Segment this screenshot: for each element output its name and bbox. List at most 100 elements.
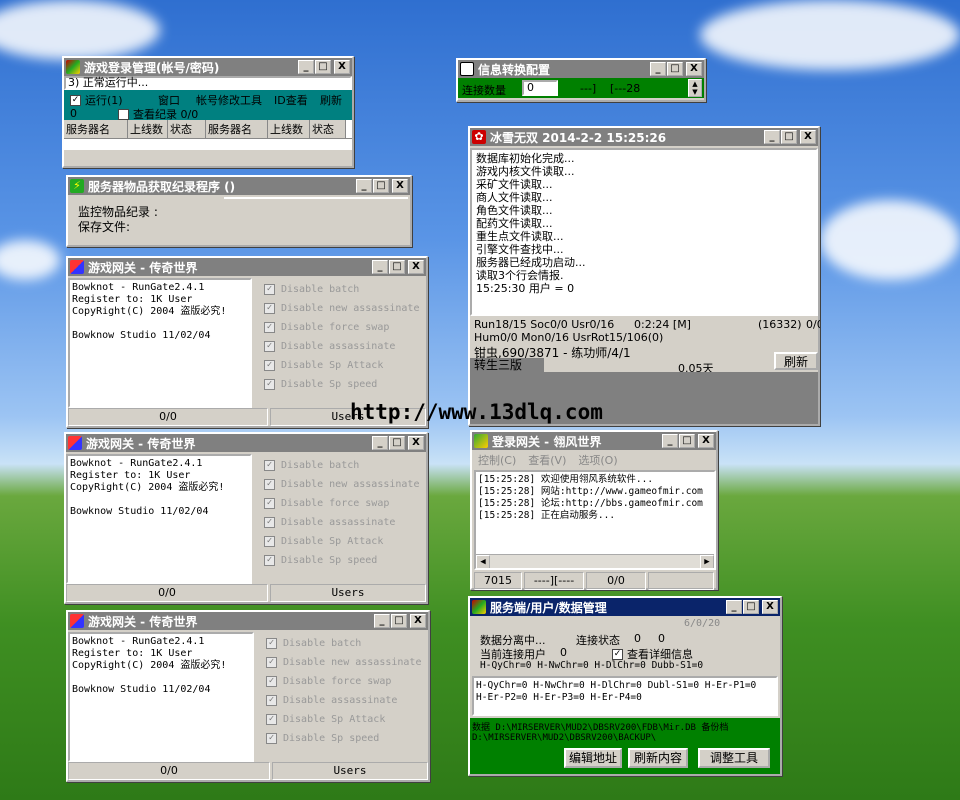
run-checkbox[interactable]: ✓ 运行(1) [70, 92, 123, 108]
close-icon[interactable]: X [800, 130, 816, 144]
game-gate-window-2[interactable]: 游戏网关 - 传奇世界 _ □ X Bowknot - RunGate2.4.1 Reg… [64, 432, 428, 604]
log-line: 重生点文件读取... [476, 230, 564, 243]
disable-force-swap-checkbox[interactable]: ✓ Disable force swap [264, 322, 389, 333]
adjust-tool-button[interactable]: 调整工具 [698, 748, 770, 768]
maximize-icon[interactable]: □ [389, 260, 405, 274]
option-label: Disable new assassinate [281, 479, 420, 490]
disable-batch-checkbox[interactable]: ✓ Disable batch [266, 638, 361, 649]
spin-button[interactable]: ▲ ▼ [688, 79, 702, 97]
check-icon: ✓ [612, 648, 623, 660]
disable-sp-attack-checkbox[interactable]: ✓ Disable Sp Attack [264, 360, 383, 371]
disable-force-swap-checkbox[interactable]: ✓ Disable force swap [266, 676, 391, 687]
disable-sp-speed-checkbox[interactable]: ✓ Disable Sp speed [266, 733, 379, 744]
maximize-icon[interactable]: □ [781, 130, 797, 144]
h-stats-line: H-QyChr=0 H-NwChr=0 H-DlChr=0 Dubb-S1=0 [480, 660, 704, 671]
db-manager-window[interactable]: 服务端/用户/数据管理 _ □ X 6/0/20 数据分离中... 连接状态 0 0 … [468, 596, 782, 776]
gate-log[interactable]: [15:25:28] 欢迎使用翎风系统软件... [15:25:28] 网站:ht… [474, 470, 716, 570]
main-server-window[interactable]: ✿ 冰雪无双 2014-2-2 15:25:26 _ □ X 数据库初始化完成... 游戏… [468, 126, 820, 426]
menu-control[interactable]: 控制(C) [478, 452, 516, 467]
port-status: 7015 [474, 572, 522, 590]
minimize-icon[interactable]: _ [374, 614, 390, 628]
check-icon: ✓ [266, 714, 277, 725]
close-icon[interactable]: X [392, 179, 408, 193]
horizontal-scrollbar[interactable]: ◀ ▶ [476, 554, 714, 568]
scroll-left-icon[interactable]: ◀ [476, 555, 490, 568]
close-icon[interactable]: X [334, 60, 350, 74]
title-bar[interactable]: ⚡ 服务器物品获取纪录程序 () _ □ X [68, 177, 410, 195]
minimize-icon[interactable]: _ [764, 130, 780, 144]
monitor-field[interactable] [224, 197, 408, 199]
refresh-content-button[interactable]: 刷新内容 [628, 748, 688, 768]
view-log-checkbox[interactable]: 查看纪录 0/0 [118, 106, 198, 122]
minimize-icon[interactable]: _ [356, 179, 372, 193]
title-bar[interactable]: 信息转换配置 _ □ X [458, 60, 704, 78]
title-bar[interactable]: 游戏登录管理(帐号/密码) _ □ X [64, 58, 352, 76]
minimize-icon[interactable]: _ [662, 434, 678, 448]
disable-new-assassinate-checkbox[interactable]: ✓ Disable new assassinate [264, 479, 419, 490]
conn-input[interactable]: 0 [522, 80, 558, 96]
close-icon[interactable]: X [762, 600, 778, 614]
detail-text[interactable]: H-QyChr=0 H-NwChr=0 H-DlChr=0 Dubl-S1=0 … [472, 676, 778, 716]
server-log[interactable]: 数据库初始化完成... 游戏内核文件读取... 采矿文件读取... 商人文件读取...… [470, 148, 818, 316]
close-icon[interactable]: X [686, 62, 702, 76]
disable-new-assassinate-checkbox[interactable]: ✓ Disable new assassinate [264, 303, 419, 314]
title-bar[interactable]: 游戏网关 - 传奇世界 _ □ X [68, 612, 428, 630]
menu-view[interactable]: 查看(V) [528, 452, 566, 467]
disable-sp-attack-checkbox[interactable]: ✓ Disable Sp Attack [264, 536, 383, 547]
title-bar[interactable]: 游戏网关 - 传奇世界 _ □ X [66, 434, 426, 452]
title-bar[interactable]: 登录网关 - 翎风世界 _ □ X [472, 432, 716, 450]
title-bar[interactable]: ✿ 冰雪无双 2014-2-2 15:25:26 _ □ X [470, 128, 818, 146]
shield-icon [70, 614, 84, 628]
maximize-icon[interactable]: □ [315, 60, 331, 74]
maximize-icon[interactable]: □ [743, 600, 759, 614]
disable-new-assassinate-checkbox[interactable]: ✓ Disable new assassinate [266, 657, 421, 668]
col-online: 上线数 [128, 120, 168, 138]
option-label: Disable force swap [281, 322, 390, 333]
maximize-icon[interactable]: □ [389, 436, 405, 450]
login-gate-window[interactable]: 登录网关 - 翎风世界 _ □ X 控制(C) 查看(V) 选项(O) [15:25:28… [470, 430, 718, 590]
disable-assassinate-checkbox[interactable]: ✓ Disable assassinate [264, 341, 395, 352]
close-icon[interactable]: X [408, 260, 424, 274]
close-icon[interactable]: X [698, 434, 714, 448]
window-title: 信息转换配置 [478, 62, 551, 77]
minimize-icon[interactable]: _ [650, 62, 666, 76]
minimize-icon[interactable]: _ [372, 260, 388, 274]
menu-id-view[interactable]: ID查看 [274, 92, 308, 108]
maximize-icon[interactable]: □ [391, 614, 407, 628]
maximize-icon[interactable]: □ [679, 434, 695, 448]
disable-assassinate-checkbox[interactable]: ✓ Disable assassinate [266, 695, 397, 706]
info-config-window[interactable]: 信息转换配置 _ □ X 连接数量 0 ---] [---28 ▲ ▼ [456, 58, 706, 102]
disable-assassinate-checkbox[interactable]: ✓ Disable assassinate [264, 517, 395, 528]
option-label: Disable Sp speed [281, 379, 378, 390]
maximize-icon[interactable]: □ [667, 62, 683, 76]
minimize-icon[interactable]: _ [726, 600, 742, 614]
scroll-right-icon[interactable]: ▶ [700, 555, 714, 568]
close-icon[interactable]: X [410, 614, 426, 628]
disable-sp-speed-checkbox[interactable]: ✓ Disable Sp speed [264, 555, 377, 566]
item-log-window[interactable]: ⚡ 服务器物品获取纪录程序 () _ □ X 监控物品纪录 : 保存文件: [66, 175, 412, 247]
menu-account-tool[interactable]: 帐号修改工具 [196, 92, 262, 108]
menu-refresh[interactable]: 刷新 [320, 92, 342, 108]
refresh-button[interactable]: 刷新 [774, 352, 818, 370]
app-icon [66, 60, 80, 74]
minimize-icon[interactable]: _ [298, 60, 314, 74]
maximize-icon[interactable]: □ [373, 179, 389, 193]
minimize-icon[interactable]: _ [372, 436, 388, 450]
check-icon: ✓ [266, 638, 277, 649]
edit-address-button[interactable]: 编辑地址 [564, 748, 622, 768]
disable-force-swap-checkbox[interactable]: ✓ Disable force swap [264, 498, 389, 509]
disable-sp-speed-checkbox[interactable]: ✓ Disable Sp speed [264, 379, 377, 390]
close-icon[interactable]: X [408, 436, 424, 450]
login-manager-window[interactable]: 游戏登录管理(帐号/密码) _ □ X 3) 正常运行中... ✓ 运行(1) 窗口 帐… [62, 56, 354, 168]
title-bar[interactable]: 游戏网关 - 传奇世界 _ □ X [68, 258, 426, 276]
gate-info-box: Bowknot - RunGate2.4.1 Register to: 1K Us… [66, 454, 252, 584]
menu-options[interactable]: 选项(O) [578, 452, 617, 467]
disable-batch-checkbox[interactable]: ✓ Disable batch [264, 284, 359, 295]
disable-batch-checkbox[interactable]: ✓ Disable batch [264, 460, 359, 471]
toolbar: ✓ 运行(1) 窗口 帐号修改工具 ID查看 刷新 0 查看纪录 0/0 [64, 90, 352, 122]
game-gate-window-3[interactable]: 游戏网关 - 传奇世界 _ □ X Bowknot - RunGate2.4.1 Reg… [66, 610, 430, 782]
title-bar[interactable]: 服务端/用户/数据管理 _ □ X [470, 598, 780, 616]
server-table[interactable]: 服务器名 上线数 状态 服务器名 上线数 状态 [64, 120, 352, 150]
disable-sp-attack-checkbox[interactable]: ✓ Disable Sp Attack [266, 714, 385, 725]
log-line: 采矿文件读取... [476, 178, 553, 191]
